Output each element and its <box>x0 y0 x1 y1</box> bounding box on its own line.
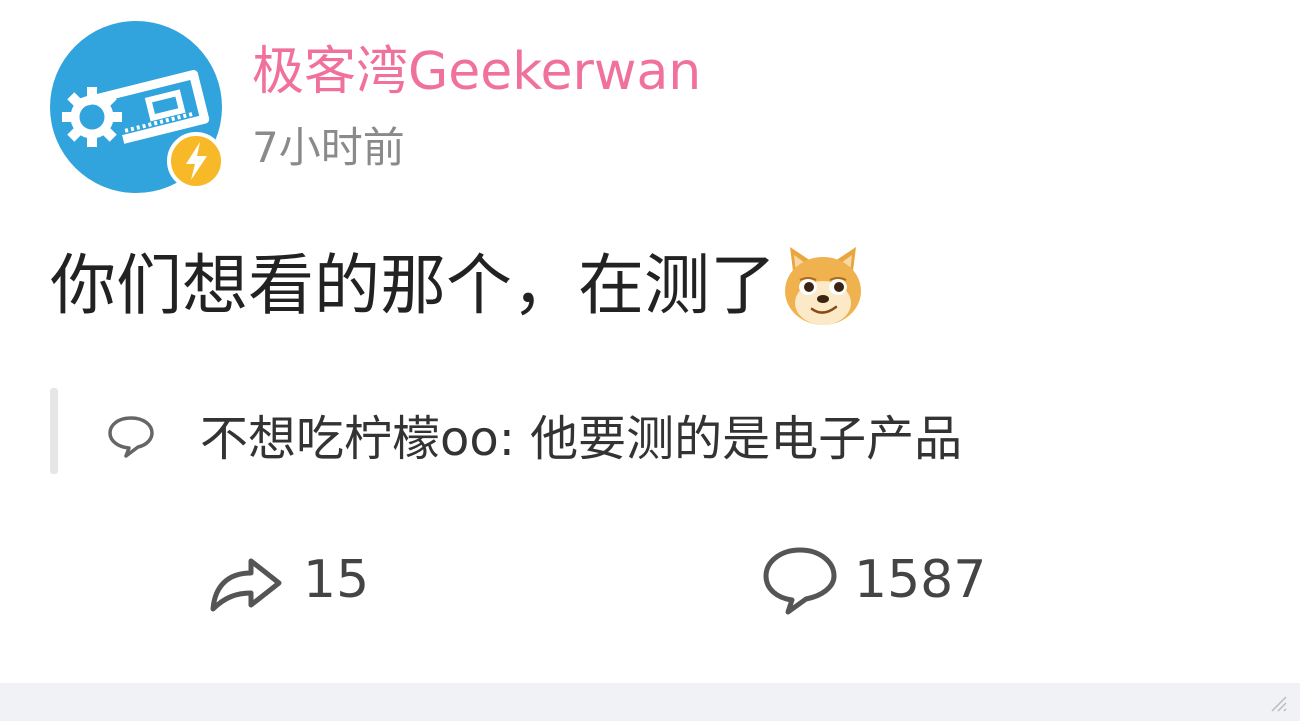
comment-bubble-icon <box>108 416 154 458</box>
avatar[interactable] <box>50 21 225 193</box>
comment-icon <box>763 547 837 615</box>
post-content: 你们想看的那个，在测了 <box>50 240 866 332</box>
author-name[interactable]: 极客湾Geekerwan <box>252 36 701 108</box>
post-text: 你们想看的那个，在测了 <box>50 247 776 324</box>
doge-emoji-icon <box>785 247 861 325</box>
resize-handle-icon[interactable] <box>1268 693 1288 713</box>
hot-comment-text[interactable]: 不想吃柠檬oo: 他要测的是电子产品 <box>200 405 962 473</box>
comment-button[interactable]: 1587 <box>760 540 986 620</box>
quote-divider <box>50 388 58 474</box>
post-timestamp: 7小时前 <box>252 123 405 172</box>
feed-separator <box>0 683 1300 721</box>
comment-count: 1587 <box>854 550 987 610</box>
repost-count: 15 <box>303 550 370 610</box>
weibo-post-card[interactable]: 极客湾Geekerwan 7小时前 你们想看的那个，在测了 不想吃柠檬oo: 他… <box>0 0 1300 683</box>
repost-button[interactable]: 15 <box>205 540 369 620</box>
lightning-badge-icon <box>167 132 225 190</box>
share-arrow-icon <box>210 558 282 612</box>
